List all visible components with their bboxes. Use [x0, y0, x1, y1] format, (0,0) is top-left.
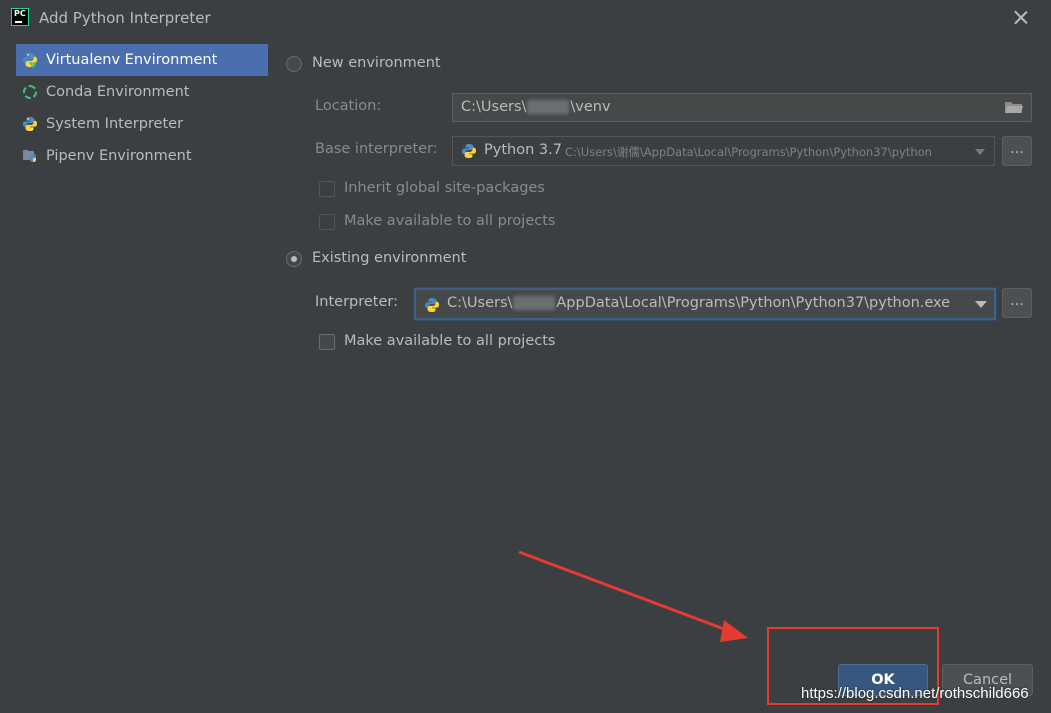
annotation-arrow-icon — [518, 550, 748, 642]
watermark: https://blog.csdn.net/rothschild666 — [801, 685, 1029, 702]
